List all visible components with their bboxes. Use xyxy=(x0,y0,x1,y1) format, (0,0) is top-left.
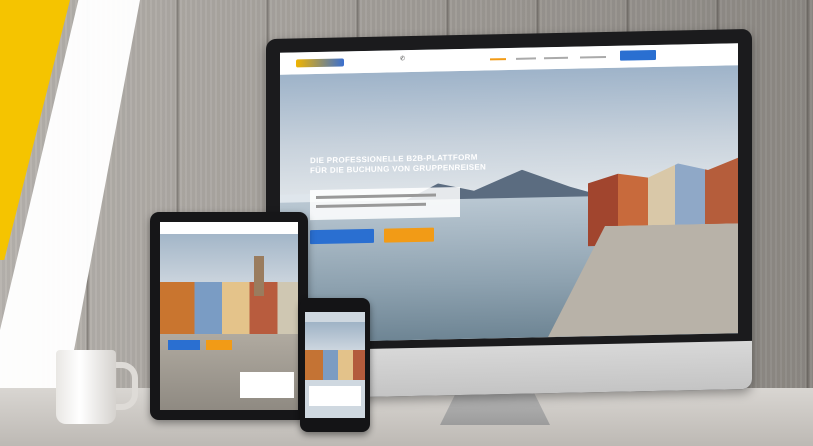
tablet-hero-tower xyxy=(254,256,264,296)
smartphone-device xyxy=(300,298,370,432)
nav-item xyxy=(580,55,606,59)
intro-text-line xyxy=(316,193,436,200)
phone-screen xyxy=(305,312,365,418)
tablet-screen xyxy=(160,222,298,410)
phone-icon: ✆ xyxy=(400,56,406,63)
nav-item xyxy=(516,57,536,60)
phone-hero-houses xyxy=(305,350,365,380)
tablet-secondary-button xyxy=(206,340,232,350)
tablet-site-header xyxy=(160,222,298,234)
hero-intro-box xyxy=(310,187,460,221)
coffee-mug xyxy=(56,350,116,424)
tablet-hero-houses xyxy=(160,282,298,334)
tablet-device xyxy=(150,212,308,420)
site-logo xyxy=(296,58,344,68)
nav-item xyxy=(544,56,568,60)
nav-item-active xyxy=(490,58,506,61)
hero-secondary-button xyxy=(384,227,434,243)
tablet-info-card xyxy=(240,372,294,398)
phone-info-card xyxy=(309,386,361,406)
product-mockup-photo: ✆ DIE PROFESSIONELLE B2B-PLATTFORM FÜR D… xyxy=(0,0,813,446)
hero-primary-button xyxy=(310,228,374,245)
nav-cta-button xyxy=(620,49,656,61)
intro-text-line xyxy=(316,202,426,209)
tablet-primary-button xyxy=(168,340,200,350)
